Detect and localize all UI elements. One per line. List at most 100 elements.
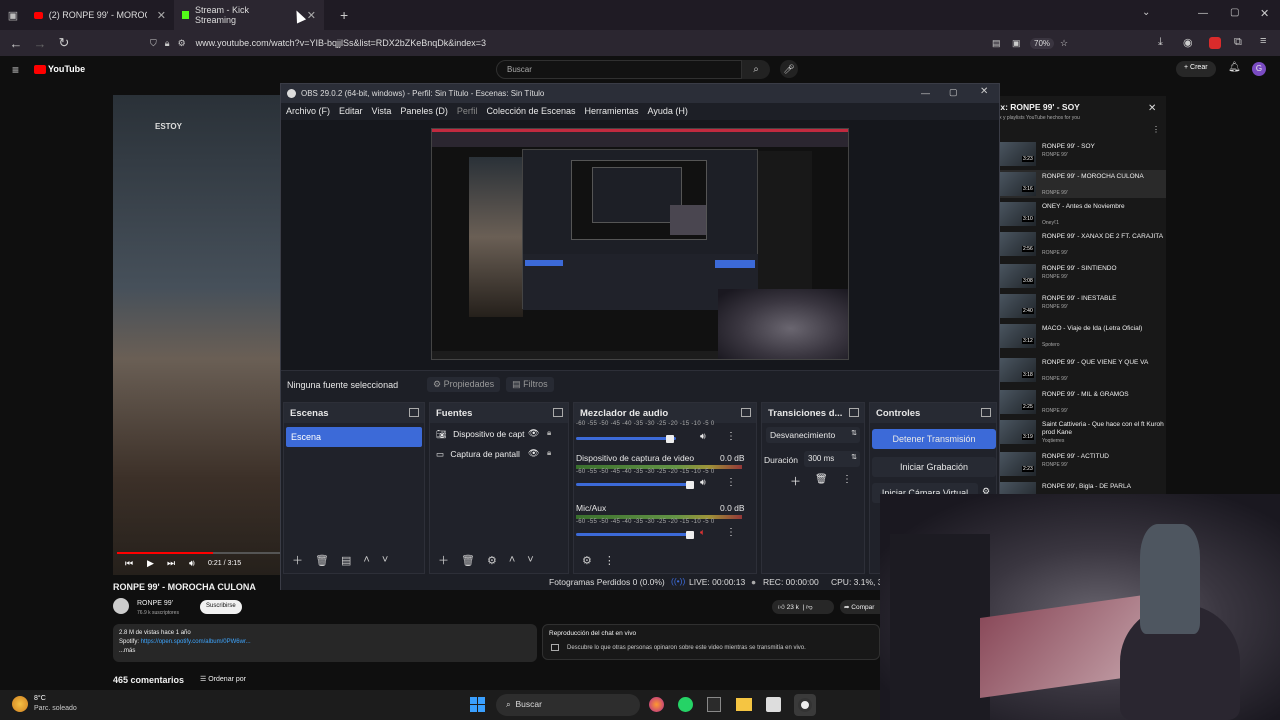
scene-item[interactable]: Escena: [286, 427, 422, 447]
sort-button[interactable]: ☰ Ordenar por: [200, 675, 246, 683]
more-icon[interactable]: ⋮: [604, 554, 615, 567]
store-icon[interactable]: [766, 697, 781, 712]
menu-vista[interactable]: Vista: [372, 106, 392, 116]
menu-paneles[interactable]: Paneles (D): [400, 106, 448, 116]
filter-icon[interactable]: ▤: [341, 554, 351, 567]
close-icon[interactable]: ✕: [980, 86, 988, 97]
playlist-item[interactable]: 3:10 ONEY - Antes de Noviembre Oney\'1: [998, 200, 1166, 228]
subscribe-button[interactable]: Suscribirse: [200, 600, 242, 614]
progress-bar[interactable]: [117, 552, 283, 554]
menu-perfil[interactable]: Perfil: [457, 106, 478, 116]
close-icon[interactable]: ✕: [307, 9, 316, 22]
slider-knob[interactable]: [686, 531, 694, 539]
menu-coleccion[interactable]: Colección de Escenas: [486, 106, 575, 116]
playlist-item[interactable]: 3:23 RONPE 99' - SOY RONPE 99': [998, 140, 1166, 168]
like-button[interactable]: 👍︎ 23 k | 👎︎: [772, 600, 834, 614]
channel-name[interactable]: RONPE 99': [137, 600, 173, 607]
download-icon[interactable]: ⤓: [1158, 36, 1163, 49]
undock-icon[interactable]: [849, 408, 859, 417]
undock-icon[interactable]: [741, 408, 751, 417]
undock-icon[interactable]: [409, 408, 419, 417]
maximize-icon[interactable]: ▢: [949, 87, 958, 98]
playlist-item[interactable]: 2:40 RONPE 99' - INESTABLE RONPE 99': [998, 292, 1166, 320]
move-down-icon[interactable]: ˅: [527, 554, 533, 566]
playlist-item[interactable]: 2:56 RONPE 99' - XANAX DE 2 FT. CARAJITA R…: [998, 230, 1166, 258]
undock-icon[interactable]: [981, 408, 991, 417]
taskbar-search[interactable]: ⌕ Buscar: [496, 694, 640, 716]
bookmark-star-icon[interactable]: ☆: [1060, 38, 1068, 49]
zoom-level[interactable]: 70%: [1030, 37, 1055, 49]
speaker-icon[interactable]: 🔊︎: [700, 431, 706, 442]
menu-archivo[interactable]: Archivo (F): [286, 106, 330, 116]
playlist-item[interactable]: 2:25 RONPE 99' - MIL & GRAMOS RONPE 99': [998, 388, 1166, 416]
playlist-item[interactable]: 3:18 RONPE 99' - QUE VIENE Y QUE VA RONPE …: [998, 356, 1166, 384]
lock-icon[interactable]: 🔒︎: [547, 428, 551, 438]
source-item[interactable]: 📷︎ Dispositivo de capt: [436, 429, 525, 440]
volume-slider[interactable]: [576, 437, 676, 440]
menu-herramientas[interactable]: Herramientas: [585, 106, 639, 116]
more-icon[interactable]: ⋮: [726, 431, 736, 442]
add-icon[interactable]: ＋: [438, 552, 449, 568]
create-button[interactable]: + Crear: [1176, 61, 1216, 77]
volume-icon[interactable]: 🔊︎: [189, 558, 195, 569]
avatar[interactable]: G: [1252, 62, 1266, 76]
reload-icon[interactable]: ↻: [52, 35, 76, 51]
speaker-icon[interactable]: 🔊︎: [700, 477, 706, 488]
playlist-item[interactable]: 3:16 RONPE 99' - MOROCHA CULONA RONPE 99': [998, 170, 1166, 198]
account-icon[interactable]: ◉: [1183, 36, 1193, 49]
volume-slider[interactable]: [576, 533, 690, 536]
trash-icon[interactable]: 🗑︎: [815, 474, 828, 485]
menu-icon[interactable]: ≡: [1260, 35, 1266, 47]
back-icon[interactable]: ←: [4, 36, 28, 51]
transition-select[interactable]: Desvanecimiento ⇅: [766, 427, 860, 443]
pip-icon[interactable]: ▣: [1012, 38, 1021, 49]
menu-editar[interactable]: Editar: [339, 106, 363, 116]
extensions-icon[interactable]: ⧉: [1234, 36, 1242, 49]
description-box[interactable]: 2.8 M de vistas hace 1 año Spotify: http…: [113, 624, 537, 662]
share-button[interactable]: ➦ Compar: [840, 600, 880, 614]
video-player[interactable]: ESTOY ⏮ ▶ ⏭ 🔊︎ 0:21 / 3:15: [113, 95, 283, 575]
address-bar[interactable]: ⛉ 🔒︎ ⚙︎ www.youtube.com/watch?v=YIB-bqjj…: [150, 33, 1080, 53]
tab-youtube[interactable]: (2) RONPE 99' - MOROCHA CU ✕: [26, 0, 174, 30]
slider-knob[interactable]: [686, 481, 694, 489]
file-explorer-icon[interactable]: [736, 698, 752, 711]
gear-icon[interactable]: ⚙︎: [582, 554, 592, 567]
filters-button[interactable]: ▤ Filtros: [506, 377, 554, 392]
lock-icon[interactable]: 🔒︎: [547, 448, 551, 458]
close-window-icon[interactable]: ✕: [1260, 7, 1269, 20]
playlist-item[interactable]: 3:19 Saint Cattiveria - Que hace con el f…: [998, 418, 1166, 446]
move-up-icon[interactable]: ˄: [363, 554, 369, 566]
program-preview[interactable]: [431, 128, 849, 360]
search-input[interactable]: Buscar: [496, 60, 742, 79]
minimize-icon[interactable]: —: [1198, 8, 1208, 19]
visibility-eye-icon[interactable]: 👁︎: [528, 448, 539, 459]
prev-icon[interactable]: ⏮: [125, 558, 133, 569]
gear-icon[interactable]: ⚙︎: [487, 554, 497, 567]
close-icon[interactable]: ✕: [157, 9, 166, 22]
more-icon[interactable]: ⋮: [726, 477, 736, 488]
tab-list-icon[interactable]: ▣: [0, 9, 26, 22]
add-icon[interactable]: ＋: [790, 473, 801, 489]
more-icon[interactable]: ⋮: [726, 527, 736, 538]
more-icon[interactable]: ⋮: [842, 474, 852, 485]
close-icon[interactable]: ✕: [1148, 103, 1156, 114]
slider-knob[interactable]: [666, 435, 674, 443]
move-down-icon[interactable]: ˅: [382, 554, 388, 566]
duration-spinbox[interactable]: 300 ms ⇅: [804, 451, 860, 467]
firefox-icon[interactable]: [649, 697, 664, 712]
windows-start-icon[interactable]: [470, 697, 485, 712]
epic-games-icon[interactable]: [707, 697, 721, 712]
minimize-icon[interactable]: —: [921, 88, 930, 98]
voice-search-icon[interactable]: 🎤︎: [780, 60, 798, 78]
obs-taskbar-icon[interactable]: [794, 694, 816, 716]
next-icon[interactable]: ⏭: [167, 558, 175, 569]
maximize-icon[interactable]: ▢: [1230, 7, 1239, 18]
playlist-item[interactable]: 3:12 MACO - Viaje de Ida (Letra Oficial) S…: [998, 322, 1166, 350]
source-item[interactable]: ▭ Captura de pantall: [436, 449, 520, 460]
volume-slider[interactable]: [576, 483, 690, 486]
weather-icon[interactable]: [12, 696, 28, 712]
playlist-item[interactable]: 3:08 RONPE 99' - SINTIENDO RONPE 99': [998, 262, 1166, 290]
add-icon[interactable]: ＋: [292, 552, 303, 568]
more-icon[interactable]: ⋮: [1152, 125, 1160, 134]
move-up-icon[interactable]: ˄: [509, 554, 515, 566]
